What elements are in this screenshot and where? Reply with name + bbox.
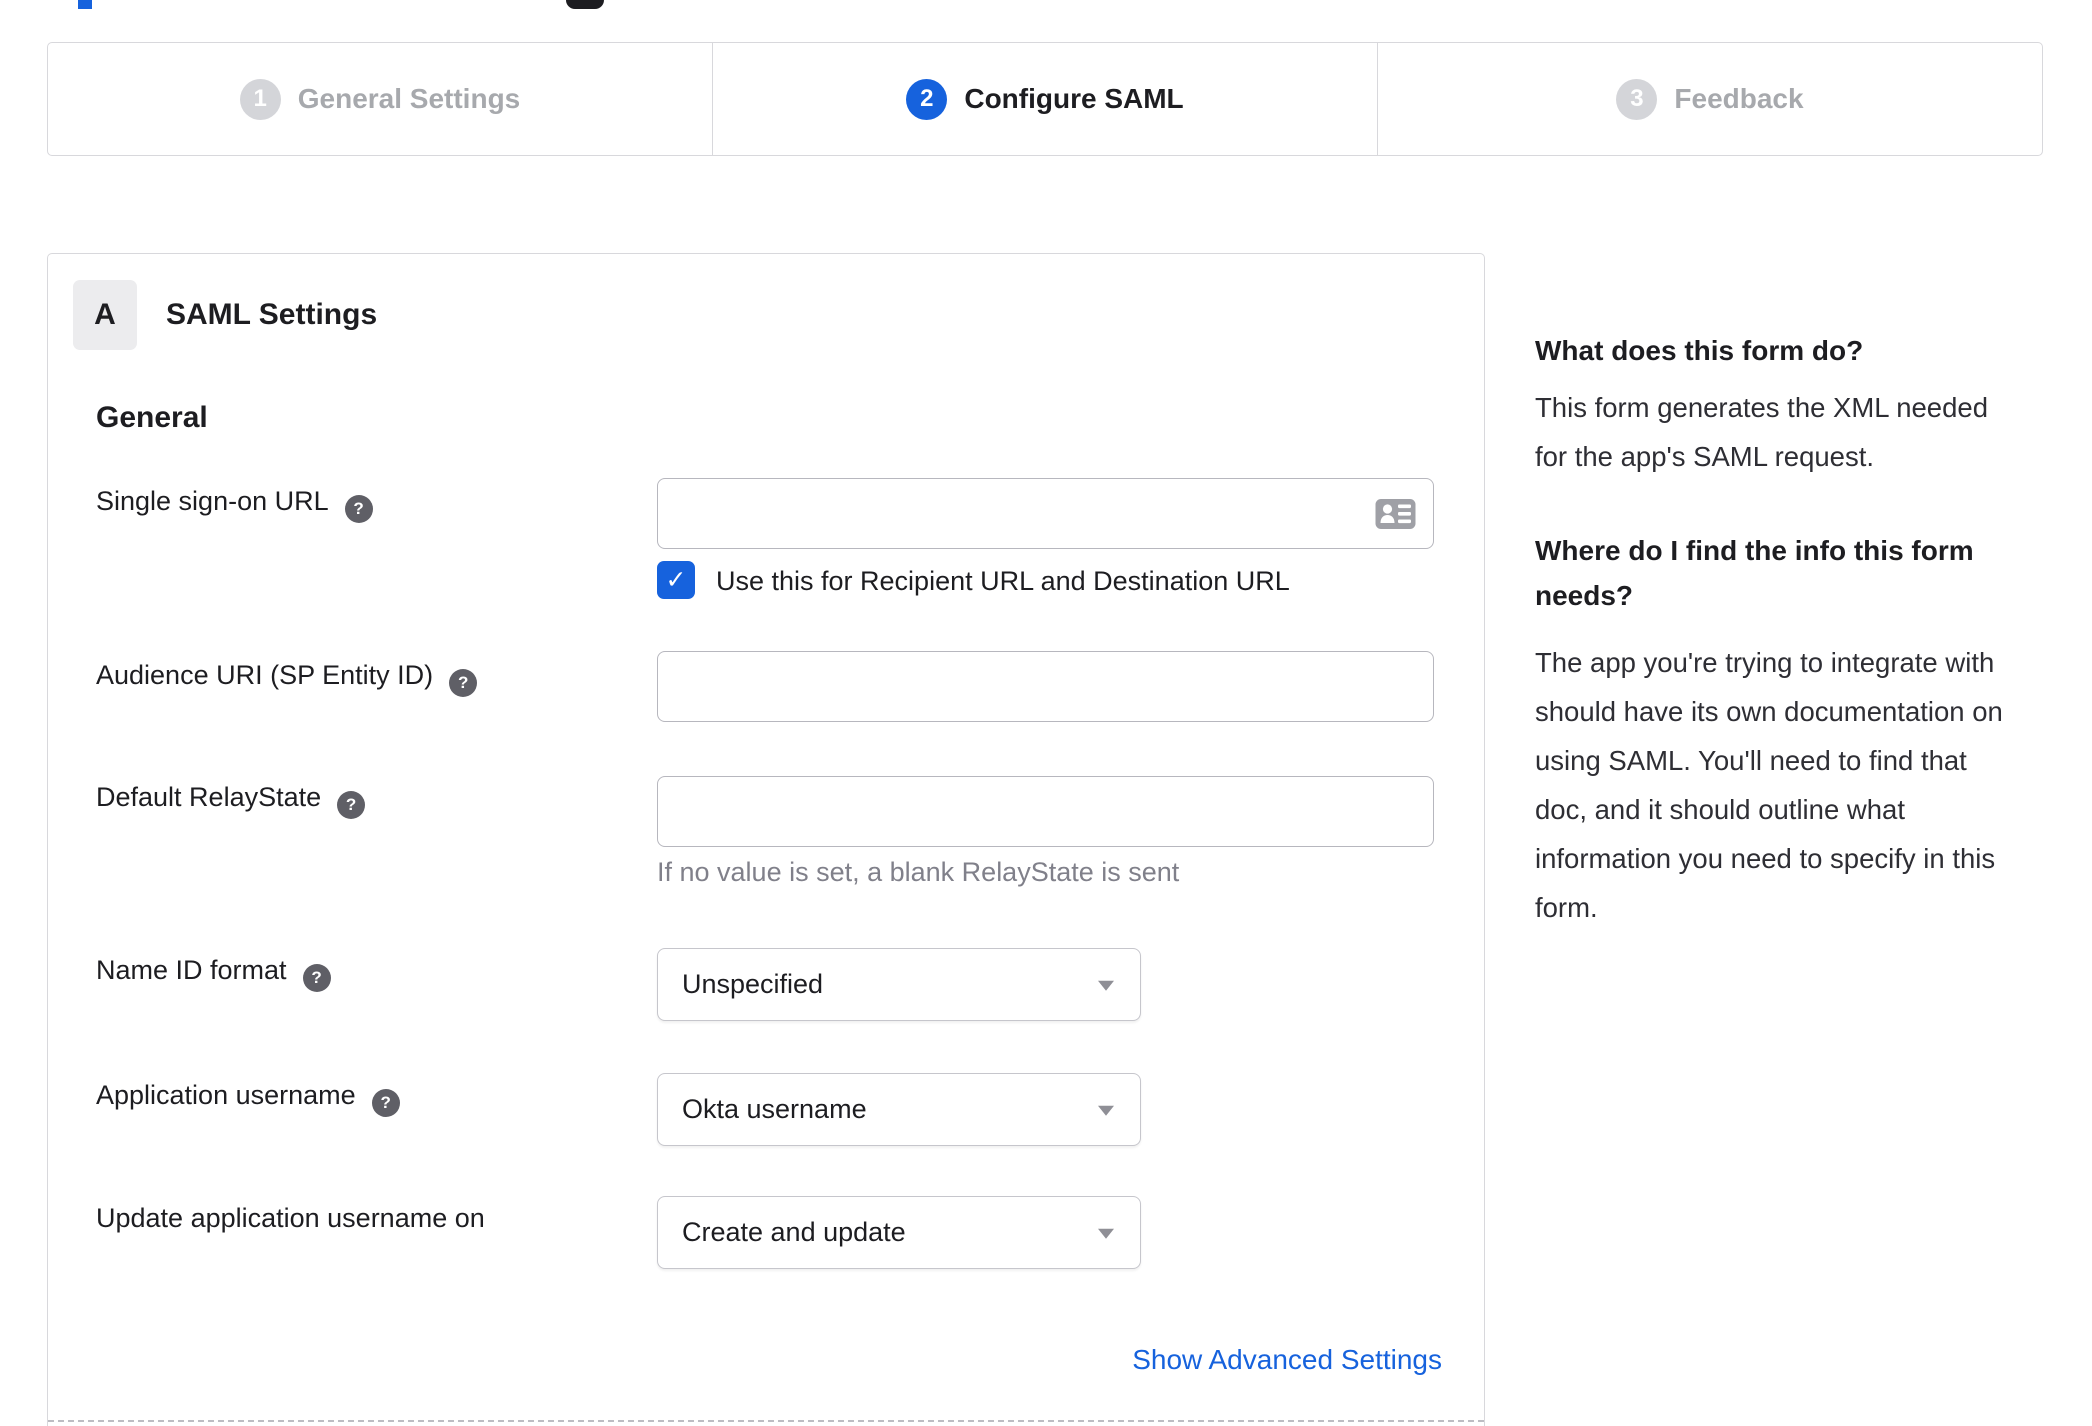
application-username-label: Application username?: [96, 1080, 400, 1117]
clipped-header-fragment-blue: [78, 0, 92, 9]
wizard-stepper: 1 General Settings 2 Configure SAML 3 Fe…: [47, 42, 2043, 156]
audience-uri-label-text: Audience URI (SP Entity ID): [96, 660, 434, 690]
help-question-1: What does this form do?: [1535, 335, 1864, 366]
help-answer-1: This form generates the XML needed for t…: [1535, 392, 1988, 472]
step-3-number-badge: 3: [1616, 78, 1658, 120]
panel-title: SAML Settings: [166, 298, 378, 331]
general-section-heading: General: [96, 401, 208, 434]
update-username-value: Create and update: [682, 1217, 906, 1247]
saml-settings-panel: A SAML Settings General Single sign-on U…: [47, 253, 1485, 1426]
default-relaystate-help-icon[interactable]: ?: [337, 791, 366, 819]
relaystate-helper-text: If no value is set, a blank RelayState i…: [657, 857, 1180, 887]
step-2-label: Configure SAML: [964, 83, 1184, 114]
configure-saml-page: 1 General Settings 2 Configure SAML 3 Fe…: [0, 0, 2092, 1426]
step-3-label: Feedback: [1674, 83, 1804, 114]
use-for-recipient-checkbox-label[interactable]: Use this for Recipient URL and Destinati…: [716, 566, 1290, 597]
checkbox-check-icon: ✓: [665, 566, 687, 594]
application-username-value: Okta username: [682, 1094, 867, 1124]
sso-url-input[interactable]: [657, 478, 1434, 549]
sso-url-help-icon[interactable]: ?: [344, 495, 373, 523]
help-question-2: Where do I find the info this form needs…: [1535, 535, 1974, 611]
audience-uri-help-icon[interactable]: ?: [449, 669, 478, 697]
name-id-format-select[interactable]: Unspecified: [657, 948, 1141, 1021]
application-username-help-icon[interactable]: ?: [371, 1089, 400, 1117]
sso-url-label: Single sign-on URL?: [96, 486, 373, 523]
step-general-settings[interactable]: 1 General Settings: [48, 43, 712, 155]
use-for-recipient-checkbox[interactable]: ✓: [657, 561, 695, 599]
sso-url-input-wrap: [657, 478, 1434, 549]
section-a-badge: A: [73, 280, 137, 350]
update-username-select[interactable]: Create and update: [657, 1196, 1141, 1269]
default-relaystate-label: Default RelayState?: [96, 782, 366, 819]
default-relaystate-input[interactable]: [657, 776, 1434, 847]
caret-down-icon: [1098, 980, 1114, 991]
application-username-select[interactable]: Okta username: [657, 1073, 1141, 1146]
step-1-label: General Settings: [297, 83, 521, 114]
step-1-number-badge: 1: [239, 78, 281, 120]
step-configure-saml[interactable]: 2 Configure SAML: [712, 43, 1377, 155]
clipped-header-fragment-logo: [566, 0, 604, 9]
default-relaystate-label-text: Default RelayState: [96, 782, 322, 812]
step-feedback[interactable]: 3 Feedback: [1377, 43, 2042, 155]
name-id-format-label-text: Name ID format: [96, 955, 287, 985]
application-username-label-text: Application username: [96, 1080, 356, 1110]
name-id-format-label: Name ID format?: [96, 955, 331, 992]
audience-uri-input[interactable]: [657, 651, 1434, 722]
caret-down-icon: [1098, 1228, 1114, 1239]
step-2-number-badge: 2: [906, 78, 948, 120]
section-divider: [48, 1420, 1484, 1422]
audience-uri-label: Audience URI (SP Entity ID)?: [96, 660, 478, 697]
update-username-label-text: Update application username on: [96, 1203, 485, 1233]
update-username-label: Update application username on: [96, 1203, 485, 1234]
caret-down-icon: [1098, 1105, 1114, 1116]
show-advanced-settings-link[interactable]: Show Advanced Settings: [1132, 1344, 1442, 1376]
sso-url-label-text: Single sign-on URL: [96, 486, 329, 516]
help-answer-2: The app you're trying to integrate with …: [1535, 647, 2003, 923]
name-id-format-value: Unspecified: [682, 969, 824, 999]
name-id-format-help-icon[interactable]: ?: [302, 964, 331, 992]
